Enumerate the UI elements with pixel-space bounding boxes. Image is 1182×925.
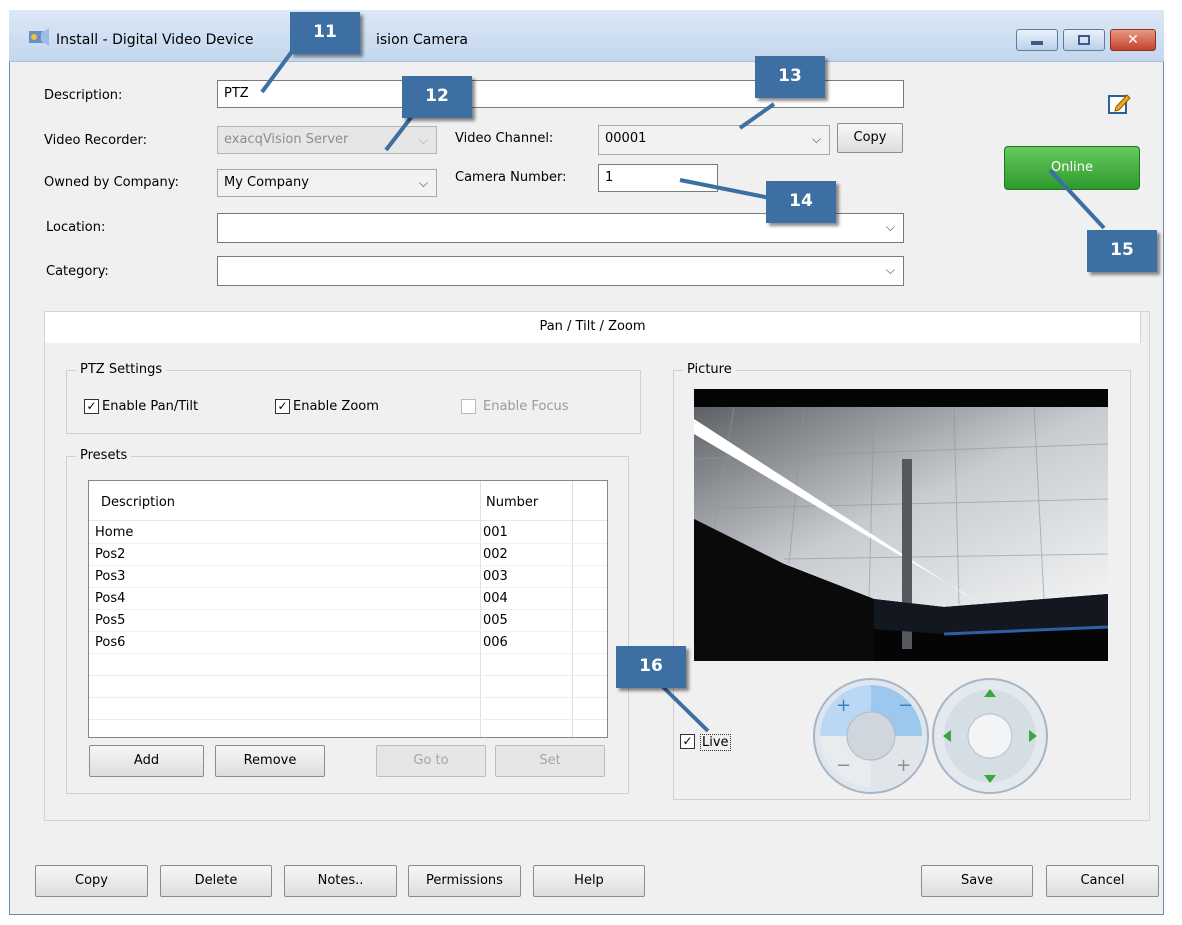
callout-14: 14 xyxy=(766,181,836,223)
callout-15: 15 xyxy=(1087,230,1157,272)
callout-pointers xyxy=(260,44,1106,733)
callout-13: 13 xyxy=(755,56,825,98)
callout-16: 16 xyxy=(616,646,686,688)
callout-12: 12 xyxy=(402,76,472,118)
callout-11: 11 xyxy=(290,12,360,54)
